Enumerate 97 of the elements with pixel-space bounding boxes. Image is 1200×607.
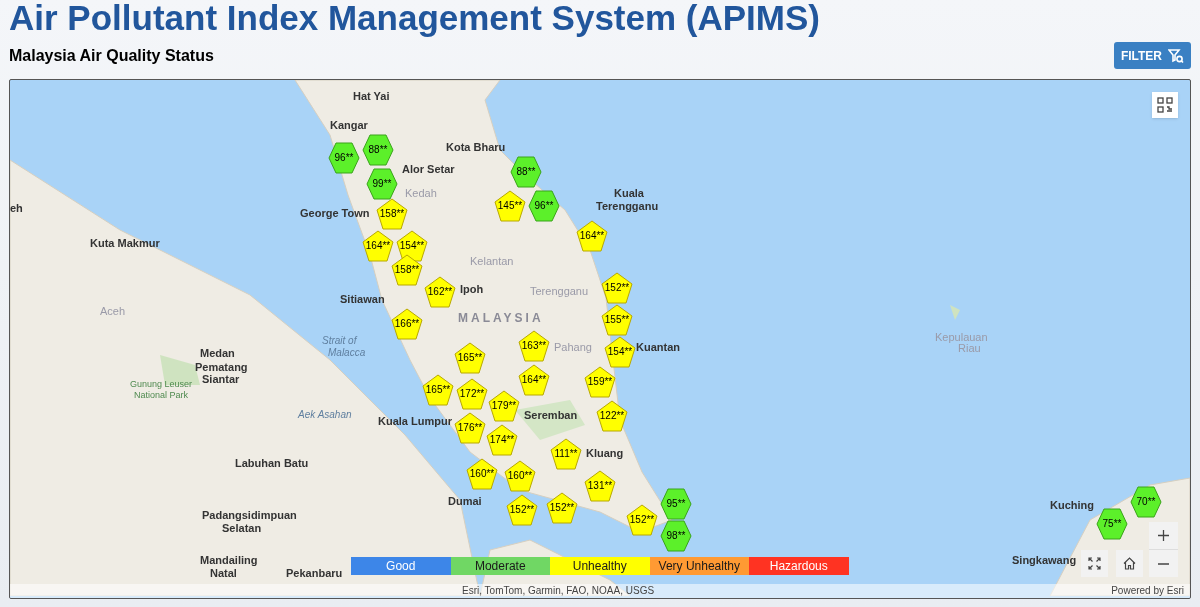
- legend-item: Very Unhealthy: [649, 557, 749, 575]
- map-place-label: Singkawang: [1012, 555, 1077, 566]
- legend-item: Moderate: [450, 557, 550, 575]
- map-place-label: Selatan: [222, 523, 262, 534]
- aqi-marker[interactable]: 152**: [546, 492, 578, 524]
- legend-item: Hazardous: [749, 557, 849, 575]
- zoom-in-button[interactable]: [1149, 522, 1178, 549]
- aqi-marker[interactable]: 155**: [601, 304, 633, 336]
- aqi-marker[interactable]: 164**: [576, 220, 608, 252]
- aqi-marker[interactable]: 96**: [528, 190, 560, 222]
- map-place-label: Natal: [210, 568, 237, 579]
- map-place-label: Pekanbaru: [286, 568, 343, 579]
- map-place-label: National Park: [134, 391, 189, 400]
- map-place-label: Kedah: [405, 188, 437, 199]
- map-place-label: Kuantan: [636, 342, 680, 353]
- map-place-label: Dumai: [448, 496, 482, 507]
- map-place-label: Terengganu: [530, 286, 589, 297]
- qr-code-button[interactable]: [1152, 92, 1178, 118]
- map-place-label: Sitiawan: [340, 294, 385, 305]
- map-place-label: Kuta Makmur: [90, 238, 160, 249]
- map-place-label: Kangar: [330, 120, 368, 131]
- map-place-label: Kota Bharu: [446, 142, 506, 153]
- map-place-label: Ipoh: [460, 284, 484, 295]
- aqi-marker[interactable]: 95**: [660, 488, 692, 520]
- aqi-marker[interactable]: 70**: [1130, 486, 1162, 518]
- aqi-marker[interactable]: 152**: [506, 494, 538, 526]
- powered-by-label: Powered by Esri: [1111, 585, 1184, 597]
- minus-icon: [1158, 562, 1169, 565]
- legend-item: Unhealthy: [550, 557, 650, 575]
- aqi-marker[interactable]: 162**: [424, 276, 456, 308]
- aqi-marker[interactable]: 152**: [601, 272, 633, 304]
- aqi-marker[interactable]: 179**: [488, 390, 520, 422]
- aqi-marker[interactable]: 111**: [550, 438, 582, 470]
- map-place-label: Kuching: [1050, 500, 1094, 511]
- map-place-label: Kuala: [614, 188, 644, 199]
- plus-icon: [1158, 530, 1169, 541]
- map-place-label: Alor Setar: [402, 164, 455, 175]
- map-place-label: Kluang: [586, 448, 624, 459]
- aqi-marker[interactable]: 158**: [391, 254, 423, 286]
- aqi-marker[interactable]: 152**: [626, 504, 658, 536]
- aqi-marker[interactable]: 163**: [518, 330, 550, 362]
- aqi-marker[interactable]: 159**: [584, 366, 616, 398]
- legend-item: Good: [351, 557, 451, 575]
- map-place-label: Hat Yai: [353, 91, 390, 102]
- qr-code-icon: [1157, 97, 1173, 113]
- map-place-label: Gunung Leuser: [130, 380, 193, 389]
- aqi-marker[interactable]: 164**: [362, 230, 394, 262]
- aqi-marker[interactable]: 131**: [584, 470, 616, 502]
- aqi-marker[interactable]: 165**: [422, 374, 454, 406]
- aqi-marker[interactable]: 158**: [376, 198, 408, 230]
- map-place-label: Siantar: [202, 374, 240, 385]
- fullscreen-button[interactable]: [1081, 550, 1108, 577]
- filter-search-icon: [1168, 47, 1184, 64]
- map-place-label: Strait of: [322, 336, 357, 346]
- map-place-label: Kepulauan: [935, 332, 988, 343]
- home-icon: [1123, 557, 1136, 570]
- aqi-marker[interactable]: 145**: [494, 190, 526, 222]
- aqi-marker[interactable]: 88**: [362, 134, 394, 166]
- aqi-marker[interactable]: 164**: [518, 364, 550, 396]
- map-place-label: Medan: [200, 348, 235, 359]
- home-button[interactable]: [1116, 550, 1143, 577]
- map-place-label: Riau: [958, 343, 981, 354]
- page-subtitle: Malaysia Air Quality Status: [9, 45, 214, 66]
- map-place-label: Labuhan Batu: [235, 458, 309, 469]
- aqi-marker[interactable]: 122**: [596, 400, 628, 432]
- map-place-label: Malacca: [328, 348, 366, 358]
- map-attribution: Esri, TomTom, Garmin, FAO, NOAA, USGS: [462, 585, 655, 597]
- aqi-marker[interactable]: 172**: [456, 378, 488, 410]
- map-place-label: eh: [10, 203, 23, 214]
- map-place-label: Mandailing: [200, 555, 258, 566]
- page-title: Air Pollutant Index Management System (APIMS): [9, 0, 820, 38]
- map-place-label: George Town: [300, 208, 370, 219]
- expand-icon: [1088, 557, 1101, 570]
- map-place-label: Kelantan: [470, 256, 514, 267]
- aqi-marker[interactable]: 96**: [328, 142, 360, 174]
- aqi-marker[interactable]: 160**: [504, 460, 536, 492]
- aqi-marker[interactable]: 154**: [604, 336, 636, 368]
- aqi-marker[interactable]: 165**: [454, 342, 486, 374]
- aqi-marker[interactable]: 98**: [660, 520, 692, 552]
- map-place-label: Padangsidimpuan: [202, 510, 297, 521]
- aqi-marker[interactable]: 88**: [510, 156, 542, 188]
- aqi-marker[interactable]: 166**: [391, 308, 423, 340]
- map-place-label: Aek Asahan: [298, 410, 352, 420]
- map-place-label: Pahang: [554, 342, 592, 353]
- aqi-marker[interactable]: 160**: [466, 458, 498, 490]
- map-place-label: Aceh: [100, 306, 126, 317]
- map-place-label: Terengganu: [596, 201, 659, 212]
- aqi-marker[interactable]: 99**: [366, 168, 398, 200]
- map-place-label: MALAYSIA: [458, 312, 544, 324]
- aqi-marker[interactable]: 174**: [486, 424, 518, 456]
- map-place-label: Pematang: [195, 362, 248, 373]
- map-place-label: Kuala Lumpur: [378, 416, 452, 427]
- aqi-marker[interactable]: 176**: [454, 412, 486, 444]
- map-place-label: Seremban: [524, 410, 578, 421]
- zoom-out-button[interactable]: [1149, 550, 1178, 577]
- filter-button[interactable]: FILTER: [1113, 42, 1191, 69]
- aqi-marker[interactable]: 75**: [1096, 508, 1128, 540]
